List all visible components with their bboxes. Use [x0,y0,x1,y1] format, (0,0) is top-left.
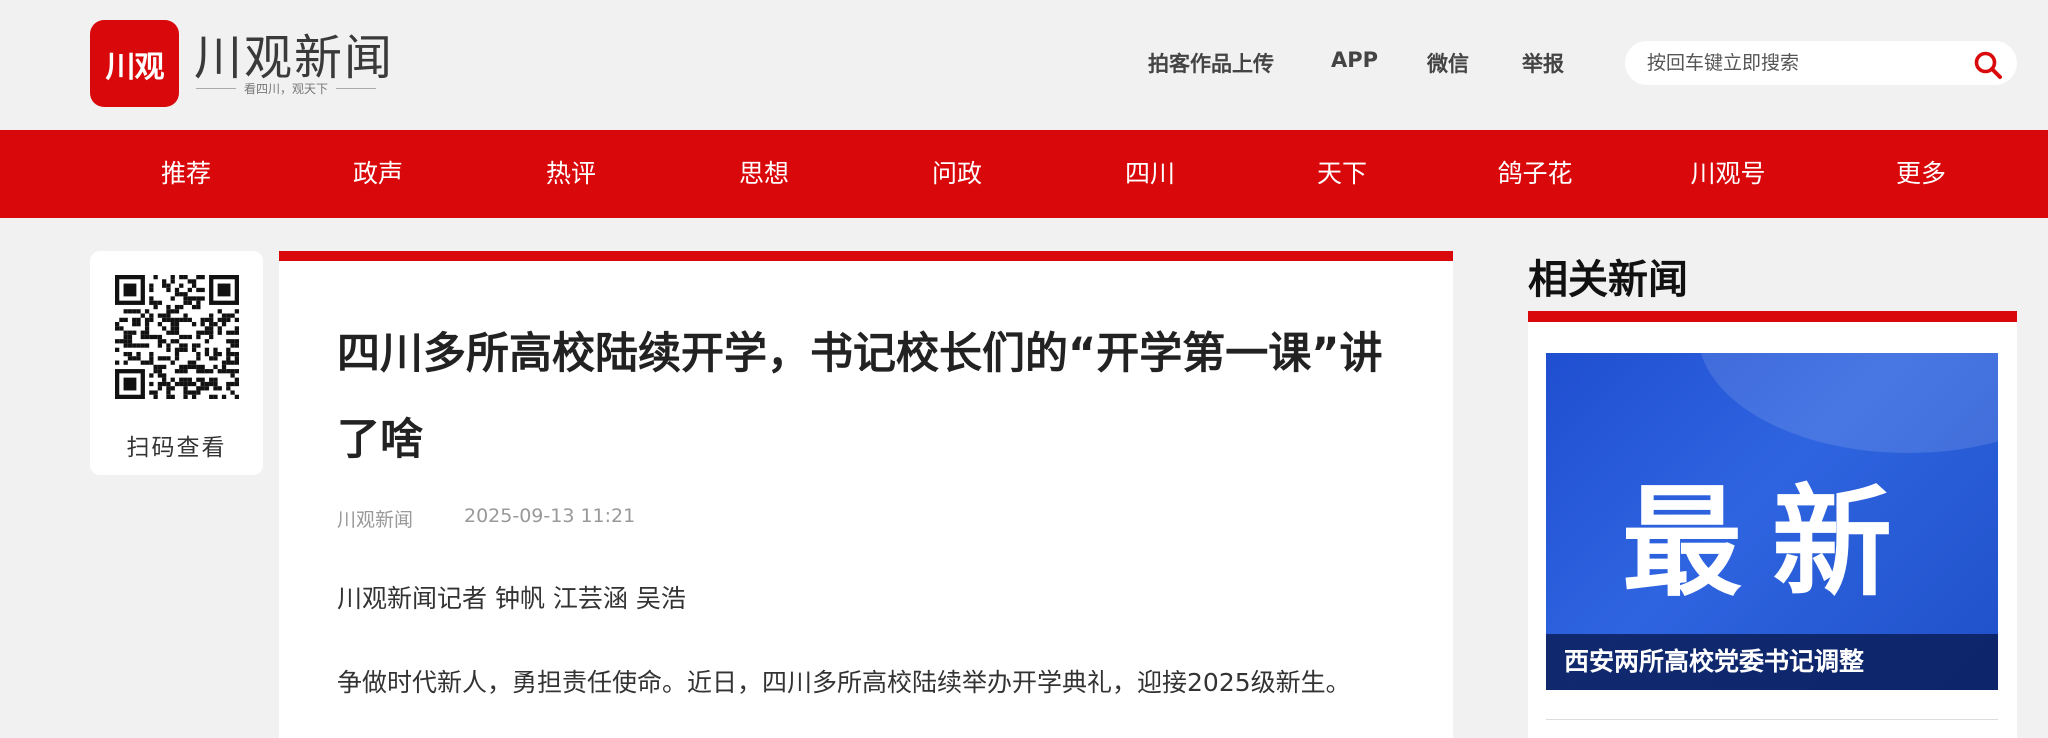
nav-item-dove-tree[interactable]: 鸽子花 [1465,130,1605,218]
search-input[interactable] [1647,41,1957,85]
site-header: 川观 川观新闻 看四川，观天下 拍客作品上传 APP 微信 举报 [0,0,2048,130]
search-box [1625,41,2017,85]
logo-mark: 川观 [105,49,165,85]
related-divider [1528,311,2017,322]
nav-item-more[interactable]: 更多 [1851,130,1991,218]
nav-item-politics[interactable]: 政声 [308,130,448,218]
logo-slogan: 看四川，观天下 [196,80,377,97]
nav-item-commentary[interactable]: 热评 [501,130,641,218]
article-title: 四川多所高校陆续开学，书记校长们的“开学第一课”讲了啥 [337,329,1383,465]
wechat-link[interactable]: 微信 [1427,48,1469,78]
nav-item-recommend[interactable]: 推荐 [116,130,256,218]
article-paragraph: 争做时代新人，勇担责任使命。近日，四川多所高校陆续举办开学典礼，迎接2025级新… [337,668,1351,697]
logo[interactable]: 川观 [90,20,179,107]
slogan-divider [196,88,236,89]
nav-item-thought[interactable]: 思想 [694,130,834,218]
decorative-arc [1698,353,1998,453]
logo-name[interactable]: 川观新闻 [194,18,394,88]
upload-link[interactable]: 拍客作品上传 [1148,48,1274,78]
article-time: 2025-09-13 11:21 [464,505,636,527]
related-list: 最新 西安两所高校党委书记调整 [1528,322,2017,738]
article: 四川多所高校陆续开学，书记校长们的“开学第一课”讲了啥 川观新闻 2025-09… [279,251,1453,738]
nav-item-inquiry[interactable]: 问政 [887,130,1027,218]
slogan-text: 看四川，观天下 [244,82,329,96]
search-icon[interactable] [1973,50,2003,80]
related-item-caption[interactable]: 西安两所高校党委书记调整 [1546,634,1998,690]
qr-code [115,275,239,399]
article-byline: 川观新闻记者 钟帆 江芸涵 吴浩 [337,584,686,613]
main-nav: 推荐 政声 热评 思想 问政 四川 天下 鸽子花 川观号 更多 [0,130,2048,218]
related-item-image[interactable]: 最新 西安两所高校党委书记调整 [1546,353,1998,690]
nav-item-chuanguan-hao[interactable]: 川观号 [1658,130,1798,218]
qr-label: 扫码查看 [126,435,227,461]
report-link[interactable]: 举报 [1522,48,1564,78]
related-heading: 相关新闻 [1528,257,1688,303]
slogan-divider [336,88,377,89]
app-link[interactable]: APP [1331,48,1378,72]
image-headline: 最新 [1622,474,1922,613]
nav-item-world[interactable]: 天下 [1272,130,1412,218]
article-source[interactable]: 川观新闻 [337,505,413,532]
list-divider [1546,719,1998,720]
nav-item-sichuan[interactable]: 四川 [1080,130,1220,218]
